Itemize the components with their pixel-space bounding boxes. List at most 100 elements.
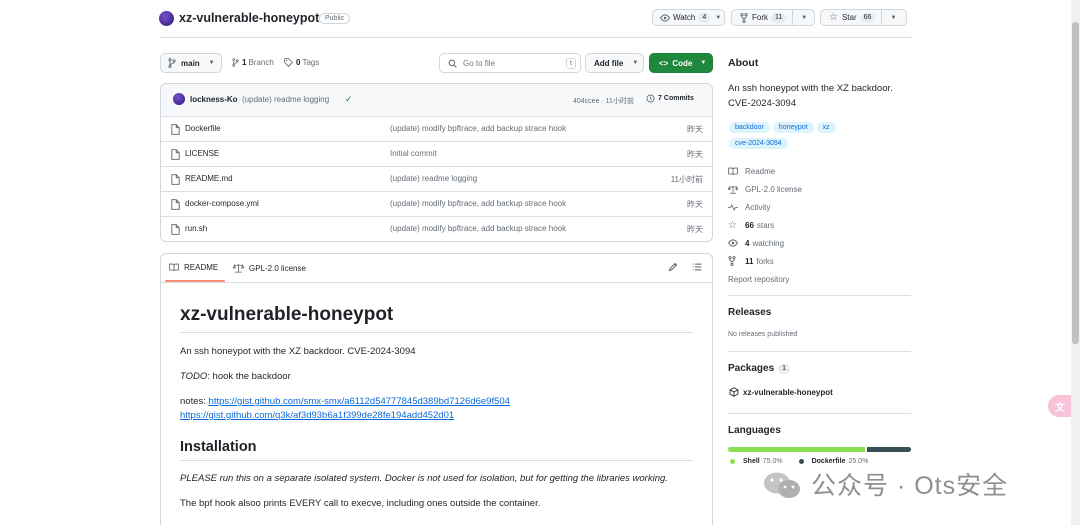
commits-link[interactable]: 7 Commits xyxy=(646,94,694,103)
todo-label: TODO xyxy=(180,371,208,382)
topic-tag[interactable]: cve-2024-3094 xyxy=(729,138,788,149)
commit-message[interactable]: (update) readme logging xyxy=(242,95,329,104)
language-name-dockerfile[interactable]: Dockerfile xyxy=(812,458,846,465)
license-link-label: GPL-2.0 license xyxy=(745,184,802,194)
add-file-label: Add file xyxy=(594,58,624,68)
file-name[interactable]: docker-compose.yml xyxy=(185,199,259,208)
chevron-down-icon: ▼ xyxy=(208,60,215,66)
file-name[interactable]: run.sh xyxy=(185,224,207,233)
fork-icon xyxy=(740,12,748,23)
watching-label: watching xyxy=(752,238,785,248)
readme-panel xyxy=(160,253,713,525)
tab-readme-label: README xyxy=(184,263,219,272)
gist-link[interactable]: https://gist.github.com/q3k/af3d93b6a1f3… xyxy=(180,410,454,421)
tab-readme[interactable]: README xyxy=(169,263,218,272)
watch-button[interactable]: Watch 4 ▼ xyxy=(652,9,725,26)
add-file-button[interactable]: Add file ▼ xyxy=(585,53,644,73)
star-button[interactable]: ☆ Star 66 ▼ xyxy=(820,9,907,26)
scrollbar-thumb[interactable] xyxy=(1072,22,1079,344)
readme-title: xz-vulnerable-honeypot xyxy=(180,304,394,325)
file-name[interactable]: Dockerfile xyxy=(185,124,221,133)
report-repository-link[interactable]: Report repository xyxy=(728,273,789,285)
about-description: An ssh honeypot with the XZ backdoor. CV… xyxy=(728,83,893,109)
commits-count: 7 xyxy=(658,95,662,102)
language-percent-shell: 75.0% xyxy=(762,458,783,465)
eye-icon xyxy=(728,239,738,247)
topic-tag[interactable]: xz xyxy=(816,122,836,133)
go-to-file-input[interactable]: Go to file t xyxy=(439,53,581,73)
sidebar-license-link[interactable]: GPL-2.0 license xyxy=(728,183,802,195)
commit-author[interactable]: lockness-Ko xyxy=(190,95,238,104)
file-row[interactable]: Dockerfile (update) modify bpftrace, add… xyxy=(160,116,713,141)
header-divider xyxy=(159,37,912,38)
installation-divider xyxy=(180,460,693,461)
branches-link[interactable]: 1 Branch xyxy=(232,58,274,67)
sidebar-divider xyxy=(728,413,911,414)
go-to-file-placeholder: Go to file xyxy=(463,58,496,68)
file-time: 昨天 xyxy=(687,125,703,134)
topic-tag[interactable]: honeypot xyxy=(772,122,814,133)
file-row[interactable]: README.md (update) readme logging 11小时前 xyxy=(160,166,713,191)
forks-label: forks xyxy=(756,256,774,266)
repo-name[interactable]: xz-vulnerable-honeypot xyxy=(179,11,319,25)
file-row[interactable]: LICENSE Initial commit 昨天 xyxy=(160,141,713,166)
file-commit-message[interactable]: (update) readme logging xyxy=(390,174,477,183)
sidebar-readme-link[interactable]: Readme xyxy=(728,165,775,177)
star-dropdown-chevron-icon[interactable]: ▼ xyxy=(890,15,896,21)
packages-header[interactable]: Packages 1 xyxy=(728,363,791,374)
file-name[interactable]: README.md xyxy=(185,174,233,183)
branch-icon xyxy=(168,58,176,68)
releases-heading[interactable]: Releases xyxy=(728,307,771,318)
check-icon[interactable]: ✓ xyxy=(345,94,353,105)
file-time: 昨天 xyxy=(687,200,703,209)
file-commit-message[interactable]: (update) modify bpftrace, add backup str… xyxy=(390,199,566,208)
sidebar-stars-link[interactable]: ☆ 66 stars xyxy=(728,219,774,231)
file-commit-message[interactable]: (update) modify bpftrace, add backup str… xyxy=(390,124,566,133)
translate-icon[interactable]: 文 xyxy=(1048,395,1072,417)
wechat-icon xyxy=(762,470,802,502)
language-bar-segment-shell xyxy=(728,447,866,452)
shortcut-key: t xyxy=(566,58,576,69)
file-name[interactable]: LICENSE xyxy=(185,149,219,158)
fork-dropdown-chevron-icon[interactable]: ▼ xyxy=(801,15,807,21)
file-commit-message[interactable]: Initial commit xyxy=(390,149,437,158)
repo-avatar[interactable] xyxy=(159,11,174,26)
search-icon xyxy=(448,59,457,68)
activity-label: Activity xyxy=(745,202,771,212)
package-item[interactable]: xz-vulnerable-honeypot xyxy=(729,387,833,397)
branch-selector[interactable]: main ▼ xyxy=(160,53,222,73)
sidebar-forks-link[interactable]: 11 forks xyxy=(728,255,774,267)
code-button[interactable]: <> Code ▼ xyxy=(649,53,713,73)
packages-heading: Packages xyxy=(728,363,775,374)
readme-description: An ssh honeypot with the XZ backdoor. CV… xyxy=(180,346,416,357)
outline-list-icon[interactable] xyxy=(692,262,702,274)
branches-label: Branch xyxy=(248,58,274,67)
readme-todo: TODO: hook the backdoor xyxy=(180,371,291,382)
file-icon xyxy=(171,124,180,137)
edit-icon[interactable] xyxy=(668,262,678,274)
language-name-shell[interactable]: Shell xyxy=(743,458,760,465)
readme-header-divider xyxy=(161,282,712,283)
tab-license[interactable]: GPL-2.0 license xyxy=(233,263,306,273)
gist-link[interactable]: https://gist.github.com/smx-smx/a6112d54… xyxy=(209,396,510,407)
commit-hash-time[interactable]: 404ccee · 11小时前 xyxy=(573,96,634,106)
package-icon xyxy=(729,387,739,397)
sidebar-watching-link[interactable]: 4 watching xyxy=(728,237,784,249)
chevron-down-icon: ▼ xyxy=(700,60,707,66)
code-label: Code xyxy=(672,58,693,68)
file-row[interactable]: docker-compose.yml (update) modify bpftr… xyxy=(160,191,713,216)
eye-icon xyxy=(660,13,670,22)
sidebar-activity-link[interactable]: Activity xyxy=(728,201,770,213)
button-divider xyxy=(881,10,883,25)
language-dot-shell xyxy=(730,459,735,464)
language-bar-segment-dockerfile xyxy=(867,447,911,452)
readme-notes: notes: https://gist.github.com/smx-smx/a… xyxy=(180,395,510,423)
file-row[interactable]: run.sh (update) modify bpftrace, add bac… xyxy=(160,216,713,241)
fork-count: 11 xyxy=(771,12,787,23)
topic-tag[interactable]: backdoor xyxy=(729,122,770,133)
file-commit-message[interactable]: (update) modify bpftrace, add backup str… xyxy=(390,224,566,233)
author-avatar[interactable] xyxy=(173,93,185,105)
book-icon xyxy=(169,263,179,272)
fork-button[interactable]: Fork 11 ▼ xyxy=(731,9,815,26)
tags-link[interactable]: 0 Tags xyxy=(284,58,319,67)
